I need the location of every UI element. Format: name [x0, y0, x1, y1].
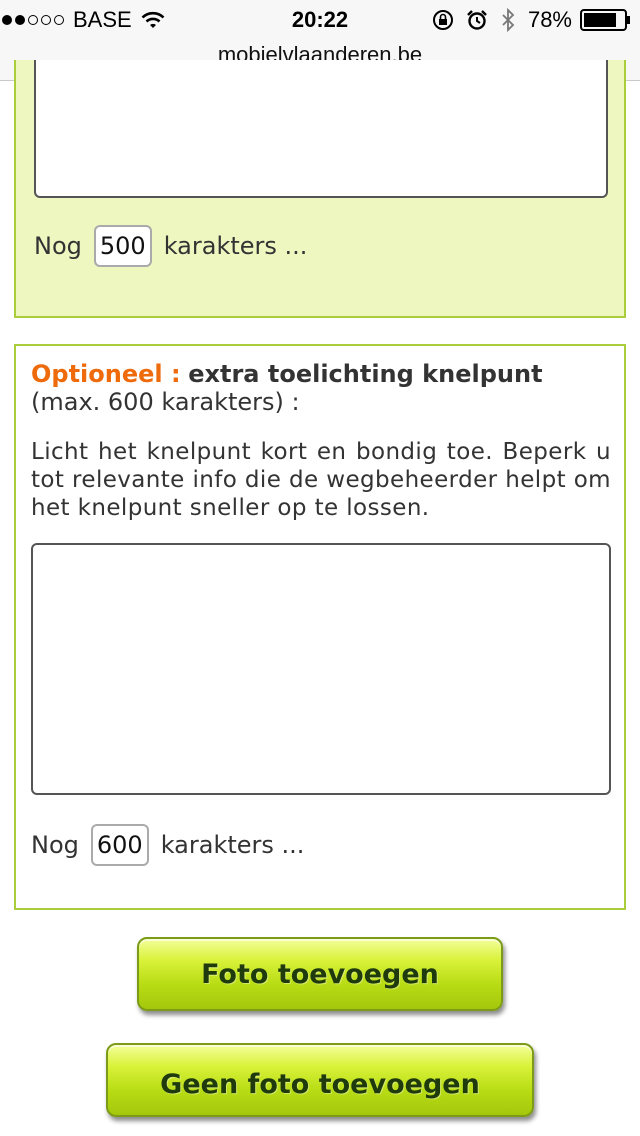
status-bar-right: 78% [420, 7, 632, 33]
counter-prefix: Nog [34, 232, 82, 260]
orientation-lock-icon [432, 10, 453, 30]
remaining-chars-box: 500 [93, 225, 152, 267]
battery-percentage: 78% [527, 7, 572, 32]
section-description: Licht het knelpunt kort en bondig toe. B… [31, 439, 611, 521]
section-heading: Optioneel : extra toelichting knelpunt (… [31, 360, 611, 416]
no-photo-button[interactable]: Geen foto toevoegen [106, 1043, 534, 1117]
counter-suffix: karakters ... [163, 232, 308, 260]
description-panel: Nog 500 karakters ... [14, 60, 626, 318]
limit-note: (max. 600 karakters) : [31, 388, 300, 416]
explanation-textarea[interactable] [31, 543, 611, 795]
status-bar: BASE 20:22 78% [0, 0, 640, 40]
description-textarea[interactable] [34, 60, 608, 198]
bluetooth-icon [502, 8, 515, 32]
battery-icon [580, 9, 630, 31]
description-char-counter: Nog 500 karakters ... [34, 225, 307, 267]
optional-label: Optioneel : [31, 360, 181, 388]
remaining-chars-box: 600 [90, 824, 149, 866]
alarm-icon [467, 10, 487, 30]
explanation-char-counter: Nog 600 karakters ... [31, 824, 304, 866]
counter-suffix: karakters ... [160, 831, 305, 859]
optional-explanation-panel: Optioneel : extra toelichting knelpunt (… [14, 344, 626, 910]
add-photo-button[interactable]: Foto toevoegen [137, 937, 503, 1011]
counter-prefix: Nog [31, 831, 79, 859]
section-title: extra toelichting knelpunt [188, 360, 543, 388]
